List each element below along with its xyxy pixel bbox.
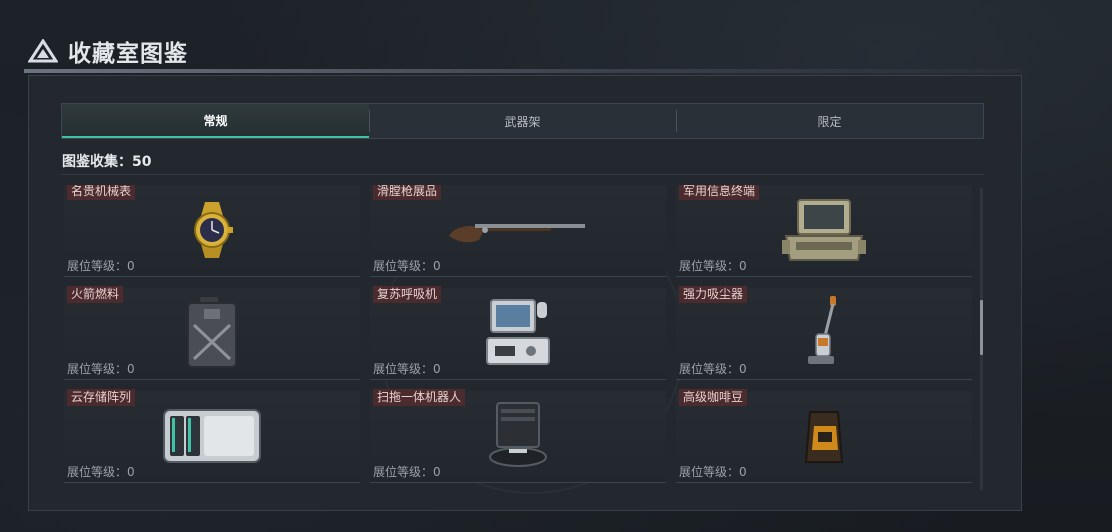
- item-level: 展位等级：0: [67, 465, 135, 479]
- item-card[interactable]: 复苏呼吸机 展位等级：0: [370, 286, 666, 380]
- tab-bar: 常规 武器架 限定: [61, 103, 984, 139]
- tab-limited[interactable]: 限定: [676, 104, 983, 138]
- vacuum-icon: [749, 296, 899, 368]
- item-name: 强力吸尘器: [679, 286, 748, 303]
- storage-array-icon: [137, 401, 287, 471]
- scrollbar-thumb[interactable]: [980, 300, 983, 355]
- tab-regular[interactable]: 常规: [62, 104, 369, 138]
- ventilator-icon: [443, 298, 593, 368]
- item-level: 展位等级：0: [373, 465, 441, 479]
- musket-icon: [443, 195, 593, 265]
- triangle-logo-icon: [28, 39, 58, 63]
- item-name: 名贵机械表: [67, 185, 136, 200]
- title-divider: [24, 69, 1022, 73]
- item-card[interactable]: 强力吸尘器 展位等级：0: [676, 286, 972, 380]
- item-level: 展位等级：0: [679, 465, 747, 479]
- item-level: 展位等级：0: [679, 362, 747, 376]
- item-card[interactable]: 高级咖啡豆 展位等级：0: [676, 389, 972, 483]
- terminal-icon: [749, 195, 899, 265]
- item-card[interactable]: 云存储阵列 展位等级：0: [64, 389, 360, 483]
- page-title: 收藏室图鉴: [68, 41, 188, 67]
- item-card[interactable]: 滑膛枪展品 展位等级：0: [370, 185, 666, 277]
- item-name: 扫拖一体机器人: [373, 389, 466, 406]
- tab-label: 常规: [203, 113, 228, 128]
- item-level: 展位等级：0: [67, 259, 135, 273]
- scrollbar[interactable]: [980, 188, 983, 490]
- fuel-can-icon: [137, 297, 287, 368]
- item-name: 滑膛枪展品: [373, 185, 442, 200]
- item-level: 展位等级：0: [373, 362, 441, 376]
- page-header: 收藏室图鉴: [28, 34, 188, 68]
- item-name: 云存储阵列: [67, 389, 136, 406]
- tab-label: 武器架: [504, 114, 541, 129]
- tab-label: 限定: [817, 114, 842, 129]
- item-card[interactable]: 军用信息终端 展位等级：0: [676, 185, 972, 277]
- item-level: 展位等级：0: [679, 259, 747, 273]
- item-card[interactable]: 名贵机械表 展位等级：0: [64, 185, 360, 277]
- item-name: 火箭燃料: [67, 286, 124, 303]
- coffee-bag-icon: [749, 401, 899, 471]
- item-name: 复苏呼吸机: [373, 286, 442, 303]
- tab-weapon-rack[interactable]: 武器架: [369, 104, 676, 138]
- robot-vacuum-icon: [443, 401, 593, 471]
- watch-icon: [137, 195, 287, 265]
- item-level: 展位等级：0: [373, 259, 441, 273]
- item-card[interactable]: 火箭燃料 展位等级：0: [64, 286, 360, 380]
- item-level: 展位等级：0: [67, 362, 135, 376]
- item-name: 高级咖啡豆: [679, 389, 748, 406]
- item-card[interactable]: 扫拖一体机器人 展位等级：0: [370, 389, 666, 483]
- collection-count: 图鉴收集：50: [62, 154, 152, 170]
- section-divider: [61, 174, 984, 175]
- item-name: 军用信息终端: [679, 185, 760, 200]
- item-grid: 名贵机械表 展位等级：0 滑膛枪展品 展位等级：0 军用信息终端 展位等级：0 …: [64, 185, 974, 490]
